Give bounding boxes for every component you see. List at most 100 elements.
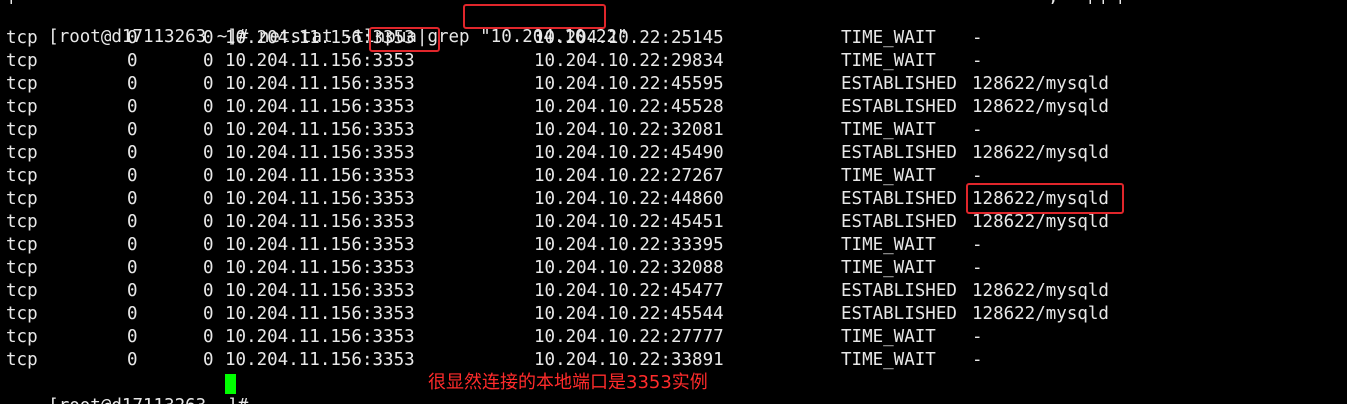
pid-program-cell: - (972, 258, 983, 278)
recv-q-cell: 0 (127, 74, 138, 94)
send-q-cell: 0 (203, 281, 214, 301)
state-cell: ESTABLISHED (841, 304, 957, 324)
recv-q-cell: 0 (127, 189, 138, 209)
annotation-note: 很显然连接的本地端口是3353实例 (428, 372, 708, 393)
recv-q-cell: 0 (127, 304, 138, 324)
proto-cell: tcp (6, 74, 38, 94)
foreign-address-cell: 10.204.10.22:45451 (534, 212, 724, 232)
foreign-address-cell: 10.204.10.22:32081 (534, 120, 724, 140)
state-cell: TIME_WAIT (841, 166, 936, 186)
proto-cell: tcp (6, 258, 38, 278)
state-cell: TIME_WAIT (841, 51, 936, 71)
foreign-address-cell: 10.204.10.22:45477 (534, 281, 724, 301)
recv-q-cell: 0 (127, 212, 138, 232)
state-cell: TIME_WAIT (841, 28, 936, 48)
pid-program-cell: 128622/mysqld (972, 97, 1109, 117)
proto-cell: tcp (6, 235, 38, 255)
highlight-box-grep-ip (463, 4, 606, 29)
local-address-cell: 10.204.11.156:3353 (225, 189, 415, 209)
send-q-cell: 0 (203, 97, 214, 117)
foreign-address-cell: 10.204.10.22:33395 (534, 235, 724, 255)
foreign-address-cell: 10.204.10.22:45528 (534, 97, 724, 117)
proto-cell: tcp (6, 97, 38, 117)
foreign-address-cell: 10.204.10.22:29834 (534, 51, 724, 71)
proto-cell: tcp (6, 166, 38, 186)
proto-cell: tcp (6, 281, 38, 301)
local-address-cell: 10.204.11.156:3353 (225, 120, 415, 140)
local-address-cell: 10.204.11.156:3353 (225, 74, 415, 94)
pid-program-cell: 128622/mysqld (972, 143, 1109, 163)
highlight-box-pid-program (966, 183, 1124, 214)
foreign-address-cell: 10.204.10.22:32088 (534, 258, 724, 278)
foreign-address-cell: 10.204.10.22:45595 (534, 74, 724, 94)
proto-cell: tcp (6, 350, 38, 370)
foreign-address-cell: 10.204.10.22:25145 (534, 28, 724, 48)
cut-fragment: | (1098, 0, 1109, 4)
proto-cell: tcp (6, 51, 38, 71)
pid-program-cell: - (972, 235, 983, 255)
send-q-cell: 0 (203, 212, 214, 232)
recv-q-cell: 0 (127, 97, 138, 117)
proto-cell: tcp (6, 189, 38, 209)
proto-cell: tcp (6, 28, 38, 48)
state-cell: TIME_WAIT (841, 258, 936, 278)
proto-cell: tcp (6, 304, 38, 324)
pid-program-cell: 128622/mysqld (972, 212, 1109, 232)
recv-q-cell: 0 (127, 143, 138, 163)
local-address-cell: 10.204.11.156:3353 (225, 51, 415, 71)
foreign-address-cell: 10.204.10.22:44860 (534, 189, 724, 209)
pid-program-cell: 128622/mysqld (972, 74, 1109, 94)
local-address-cell: 10.204.11.156:3353 (225, 281, 415, 301)
highlight-box-local-port (369, 27, 440, 52)
recv-q-cell: 0 (127, 51, 138, 71)
pid-program-cell: - (972, 327, 983, 347)
send-q-cell: 0 (203, 235, 214, 255)
send-q-cell: 0 (203, 28, 214, 48)
terminal-window[interactable]: | , | | | [root@d17113263 ~]# netstat -t… (0, 0, 1347, 404)
proto-cell: tcp (6, 120, 38, 140)
send-q-cell: 0 (203, 189, 214, 209)
proto-cell: tcp (6, 327, 38, 347)
state-cell: TIME_WAIT (841, 235, 936, 255)
local-address-cell: 10.204.11.156:3353 (225, 97, 415, 117)
state-cell: ESTABLISHED (841, 281, 957, 301)
pid-program-cell: 128622/mysqld (972, 281, 1109, 301)
foreign-address-cell: 10.204.10.22:33891 (534, 350, 724, 370)
local-address-cell: 10.204.11.156:3353 (225, 327, 415, 347)
local-address-cell: 10.204.11.156:3353 (225, 235, 415, 255)
cut-fragment: | (1085, 0, 1096, 4)
recv-q-cell: 0 (127, 120, 138, 140)
pid-program-cell: 128622/mysqld (972, 304, 1109, 324)
state-cell: ESTABLISHED (841, 97, 957, 117)
send-q-cell: 0 (203, 258, 214, 278)
local-address-cell: 10.204.11.156:3353 (225, 166, 415, 186)
cut-fragment: | (1115, 0, 1126, 4)
recv-q-cell: 0 (127, 258, 138, 278)
state-cell: ESTABLISHED (841, 212, 957, 232)
cut-fragment: , (1048, 0, 1059, 4)
send-q-cell: 0 (203, 350, 214, 370)
recv-q-cell: 0 (127, 28, 138, 48)
send-q-cell: 0 (203, 51, 214, 71)
pid-program-cell: - (972, 28, 983, 48)
foreign-address-cell: 10.204.10.22:27777 (534, 327, 724, 347)
send-q-cell: 0 (203, 327, 214, 347)
local-address-cell: 10.204.11.156:3353 (225, 350, 415, 370)
send-q-cell: 0 (203, 304, 214, 324)
pid-program-cell: - (972, 51, 983, 71)
recv-q-cell: 0 (127, 350, 138, 370)
state-cell: TIME_WAIT (841, 327, 936, 347)
local-address-cell: 10.204.11.156:3353 (225, 304, 415, 324)
send-q-cell: 0 (203, 143, 214, 163)
foreign-address-cell: 10.204.10.22:27267 (534, 166, 724, 186)
foreign-address-cell: 10.204.10.22:45544 (534, 304, 724, 324)
terminal-cursor[interactable] (225, 374, 236, 394)
send-q-cell: 0 (203, 120, 214, 140)
local-address-cell: 10.204.11.156:3353 (225, 212, 415, 232)
state-cell: TIME_WAIT (841, 120, 936, 140)
recv-q-cell: 0 (127, 281, 138, 301)
local-address-cell: 10.204.11.156:3353 (225, 258, 415, 278)
foreign-address-cell: 10.204.10.22:45490 (534, 143, 724, 163)
proto-cell: tcp (6, 143, 38, 163)
proto-cell: tcp (6, 212, 38, 232)
